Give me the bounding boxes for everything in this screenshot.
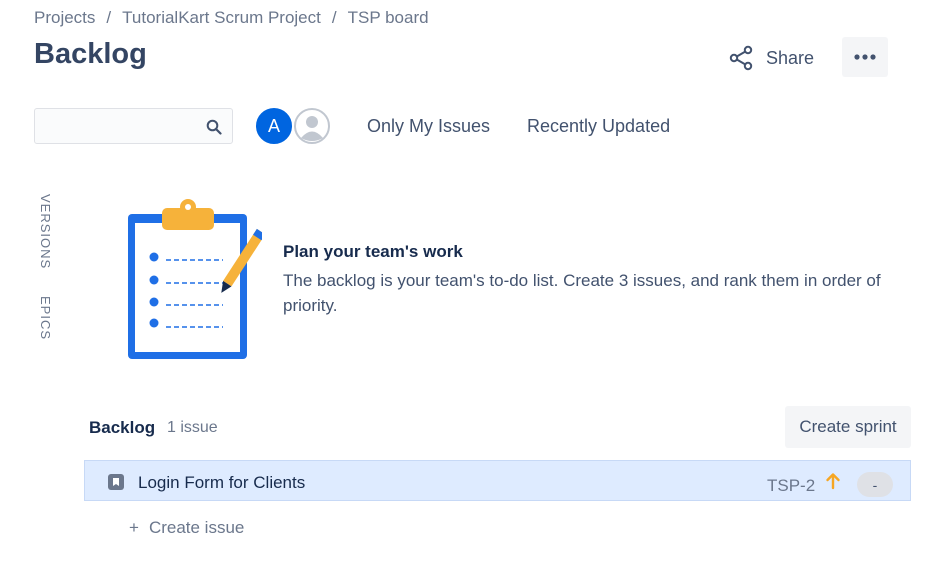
create-sprint-label: Create sprint [799,417,897,436]
create-issue-button[interactable]: + Create issue [129,518,244,538]
issue-row[interactable]: Login Form for Clients TSP-2 - [84,460,911,501]
versions-tab[interactable]: VERSIONS [38,194,53,269]
create-sprint-button[interactable]: Create sprint [785,406,911,448]
issue-summary: Login Form for Clients [138,473,306,492]
story-icon [108,474,124,490]
page-title: Backlog [34,38,147,70]
empty-state-description: The backlog is your team's to-do list. C… [283,271,881,315]
empty-state-title: Plan your team's work [283,242,463,261]
breadcrumb-projects[interactable]: Projects [34,8,95,27]
breadcrumb-board[interactable]: TSP board [348,8,429,27]
search-input[interactable] [35,109,219,143]
user-icon [294,108,330,144]
breadcrumb-separator: / [106,8,112,27]
breadcrumb-project[interactable]: TutorialKart Scrum Project [122,8,321,27]
priority-up-icon [826,473,840,490]
avatar-filter-unassigned[interactable] [292,106,332,146]
share-icon [729,45,753,71]
only-my-issues-filter[interactable]: Only My Issues [367,116,490,137]
clipboard-illustration [128,199,262,359]
recently-updated-filter[interactable]: Recently Updated [527,116,670,137]
breadcrumb: Projects / TutorialKart Scrum Project / TSP … [34,8,429,28]
breadcrumb-separator: / [331,8,337,27]
share-label: Share [766,47,815,68]
search-icon[interactable] [206,119,222,135]
avatar-filter-a[interactable]: A [254,106,294,146]
more-actions-button[interactable] [842,37,888,77]
epics-tab[interactable]: EPICS [38,296,53,340]
estimate-badge: - [857,472,893,497]
backlog-issue-count: 1 issue [167,419,218,436]
issue-key[interactable]: TSP-2 [767,476,815,496]
search-box [34,108,233,144]
backlog-title: Backlog [89,418,156,437]
share-button[interactable]: Share [728,40,814,76]
avatar-initial: A [267,115,280,136]
create-issue-label: Create issue [148,518,245,537]
plus-icon: + [129,518,139,537]
more-icon [854,54,876,60]
